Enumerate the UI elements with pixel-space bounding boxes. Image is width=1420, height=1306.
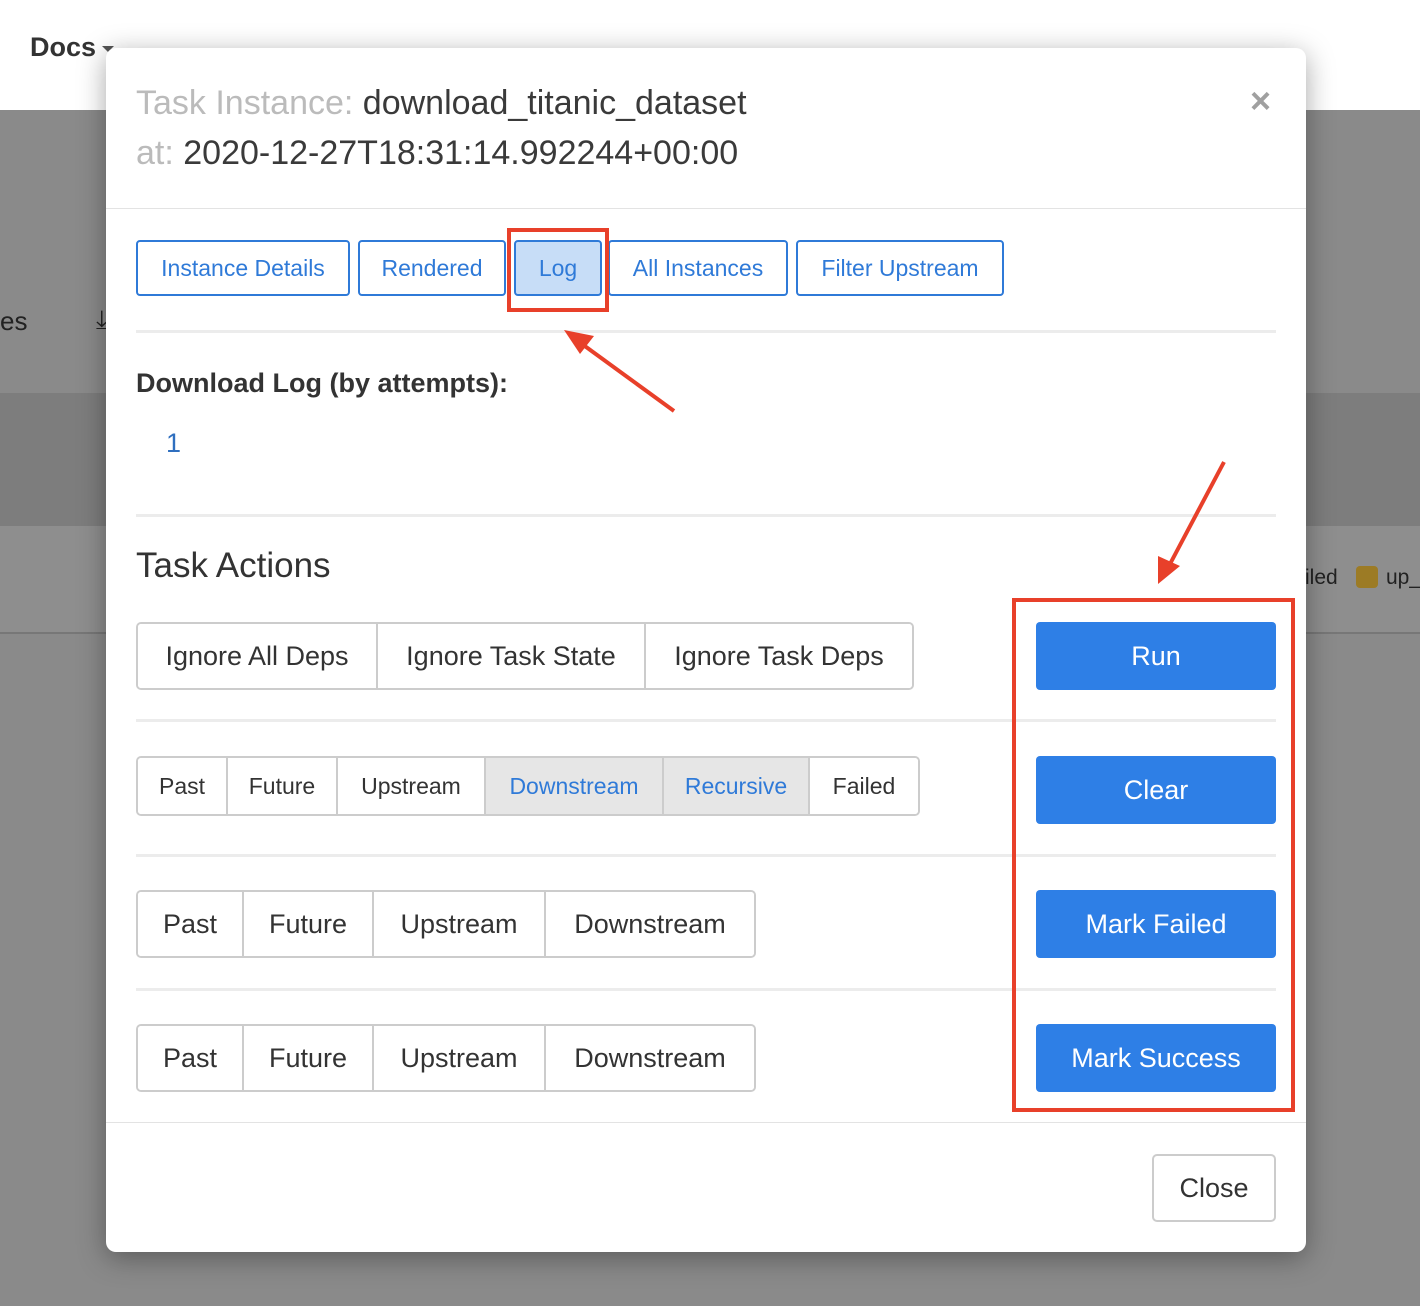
arrow-to-action-buttons <box>1158 461 1226 584</box>
arrow-to-log-tab <box>564 330 676 413</box>
annotation-arrows <box>564 330 1226 584</box>
